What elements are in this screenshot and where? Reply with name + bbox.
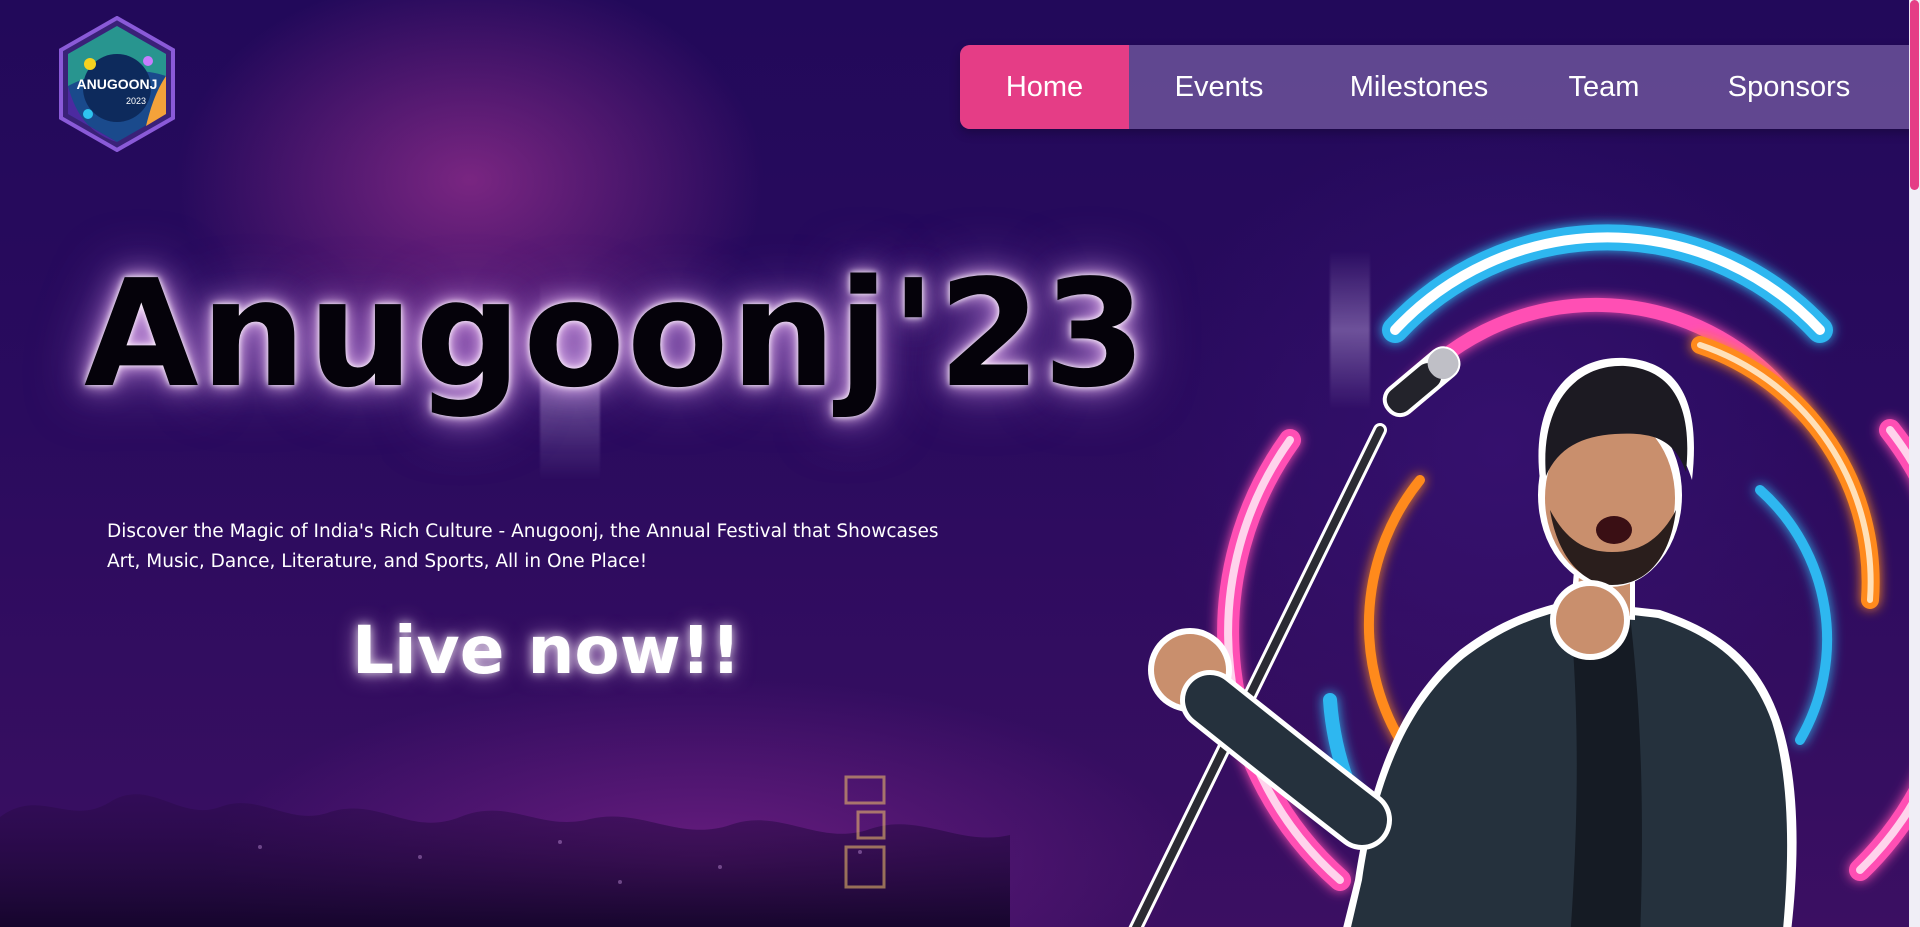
- live-now-label: Live now!!: [352, 612, 741, 689]
- nav-item-home[interactable]: Home: [960, 45, 1129, 129]
- nav-item-sponsors[interactable]: Sponsors: [1679, 45, 1899, 129]
- anugoonj-logo[interactable]: ANUGOONJ 2023: [56, 16, 178, 152]
- logo-year: 2023: [126, 96, 146, 106]
- nav-item-team[interactable]: Team: [1529, 45, 1679, 129]
- nav-item-milestones[interactable]: Milestones: [1309, 45, 1529, 129]
- singer-artwork: [1128, 224, 1920, 927]
- hero-title: Anugoonj'23: [84, 248, 1148, 420]
- nav-item-events[interactable]: Events: [1129, 45, 1309, 129]
- scrollbar[interactable]: [1909, 0, 1920, 927]
- main-nav: Home Events Milestones Team Sponsors: [960, 45, 1920, 129]
- page: ANUGOONJ 2023 Home Events Milestones Tea…: [0, 0, 1920, 927]
- hero-description: Discover the Magic of India's Rich Cultu…: [107, 521, 939, 572]
- logo-text: ANUGOONJ: [77, 76, 158, 92]
- scroll-thumb[interactable]: [1910, 0, 1919, 190]
